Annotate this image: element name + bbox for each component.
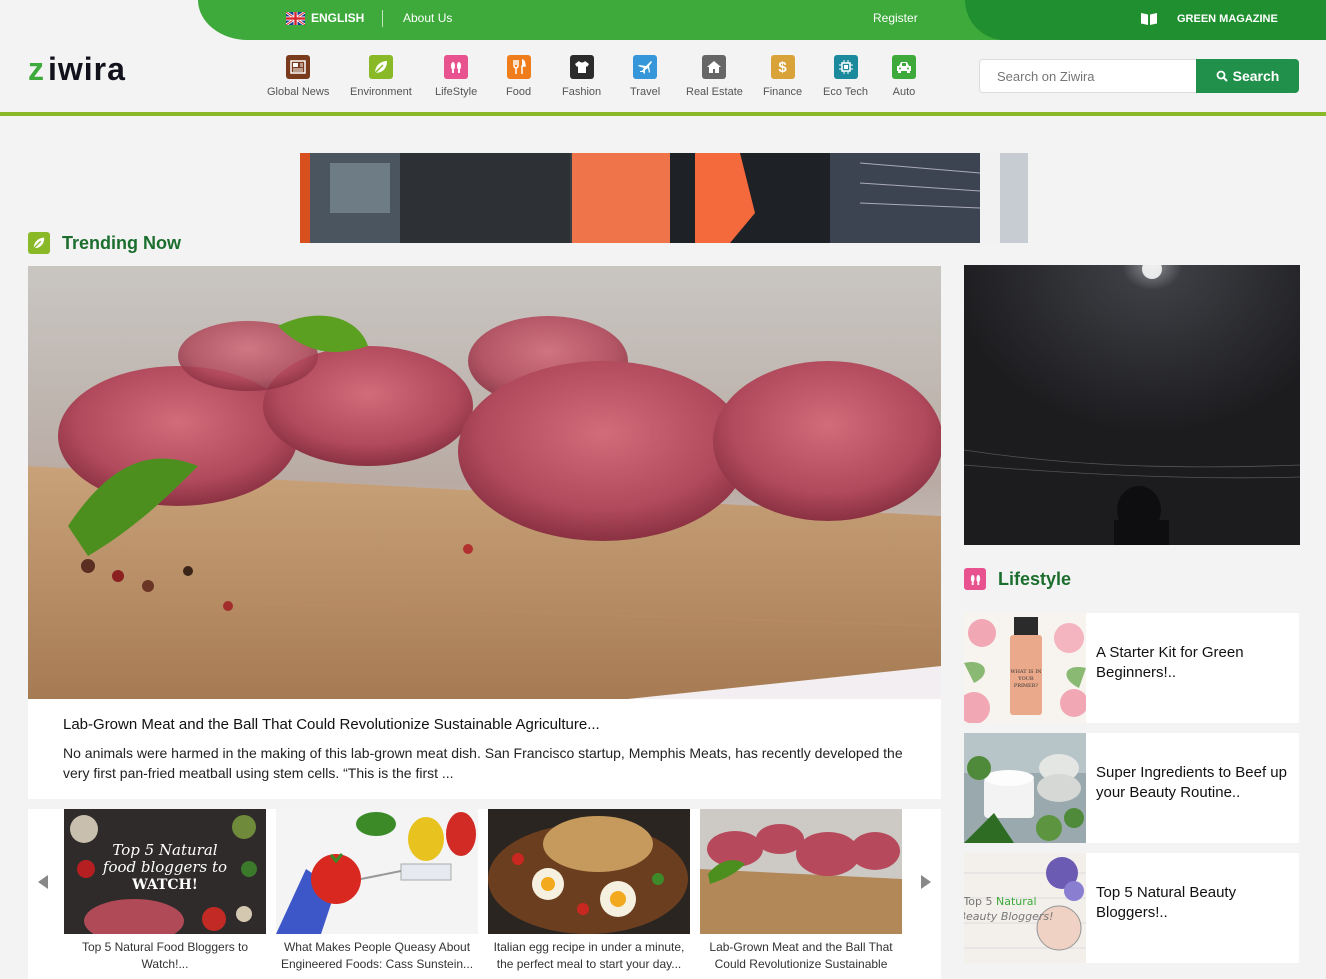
ziwira-logo-mark: z iwira — [28, 51, 126, 87]
top-bar: ENGLISH About Us Register GREEN MAGAZINE — [0, 0, 1326, 40]
carousel-caption: Lab-Grown Meat and the Ball That Could R… — [709, 940, 893, 971]
ziwira-logo[interactable]: z iwira — [28, 51, 168, 93]
svg-text:Top 5 Natural: Top 5 Natural — [112, 841, 217, 859]
chevron-left-icon — [38, 875, 48, 889]
green-magazine-link[interactable]: GREEN MAGAZINE — [1141, 12, 1278, 25]
search-button[interactable]: Search — [1196, 59, 1299, 93]
lifestyle-thumbnail: Top 5 Natural Beauty Bloggers! — [964, 853, 1086, 963]
tshirt-icon — [569, 55, 594, 79]
carousel-item[interactable]: Lab-Grown Meat and the Ball That Could R… — [700, 809, 902, 975]
lifestyle-thumbnail: WHAT IS IN YOUR PRIMER? — [964, 613, 1086, 723]
car-icon — [892, 55, 916, 79]
language-label: ENGLISH — [311, 11, 365, 25]
open-book-icon — [1141, 13, 1157, 25]
svg-text:Top 5 Natural: Top 5 Natural — [964, 895, 1037, 908]
trending-heading-label: Trending Now — [62, 232, 181, 253]
about-us-link[interactable]: About Us — [403, 11, 452, 25]
search-input[interactable] — [979, 59, 1197, 93]
carousel-thumbnail — [276, 809, 478, 934]
nav-food[interactable]: Food — [506, 55, 531, 98]
carousel-item[interactable]: Top 5 Natural food bloggers to WATCH! To… — [64, 809, 266, 975]
uk-flag-icon — [286, 11, 305, 25]
search-icon — [1216, 70, 1228, 82]
green-magazine-label: GREEN MAGAZINE — [1177, 12, 1278, 25]
search-button-label: Search — [1232, 68, 1280, 84]
lifestyle-heading-label: Lifestyle — [998, 568, 1072, 589]
language-selector[interactable]: ENGLISH — [286, 11, 364, 25]
chevron-right-icon — [921, 875, 931, 889]
nav-label: Finance — [763, 86, 803, 98]
nav-finance[interactable]: $ Finance — [763, 55, 802, 98]
nav-label: Food — [506, 86, 532, 98]
chip-icon — [833, 55, 858, 79]
nav-auto[interactable]: Auto — [892, 55, 916, 98]
svg-text:PRIMER?: PRIMER? — [1014, 683, 1039, 689]
lifestyle-item[interactable]: WHAT IS IN YOUR PRIMER? A Starter Kit fo… — [964, 613, 1299, 723]
sidebar-ad-image[interactable] — [964, 265, 1300, 545]
carousel-item[interactable]: Italian egg recipe in under a minute, th… — [488, 809, 690, 975]
carousel-prev-button[interactable] — [28, 867, 58, 897]
nav-label: Eco Tech — [823, 86, 869, 98]
nav-fashion[interactable]: Fashion — [562, 55, 601, 98]
hero-article[interactable]: Lab-Grown Meat and the Ball That Could R… — [28, 266, 941, 799]
carousel-caption: Italian egg recipe in under a minute, th… — [493, 940, 685, 971]
lifestyle-heading: Lifestyle — [964, 568, 1071, 590]
hero-image — [28, 266, 941, 699]
lifestyle-item[interactable]: Top 5 Natural Beauty Bloggers! Top 5 Nat… — [964, 853, 1299, 963]
leaf-icon — [28, 232, 50, 254]
footprints-icon — [444, 55, 469, 79]
carousel-thumbnail: Top 5 Natural food bloggers to WATCH! — [64, 809, 266, 934]
header: z iwira Global News Environment LifeStyl… — [0, 40, 1326, 112]
article-carousel: Top 5 Natural food bloggers to WATCH! To… — [28, 809, 941, 979]
nav-label: Auto — [892, 86, 916, 98]
nav-lifestyle[interactable]: LifeStyle — [435, 55, 477, 98]
nav-label: LifeStyle — [435, 86, 478, 98]
leaf-icon — [368, 55, 393, 79]
carousel-thumbnail — [700, 809, 902, 934]
fork-knife-icon — [506, 55, 531, 79]
nav-label: Real Estate — [686, 86, 743, 98]
carousel-thumbnail — [488, 809, 690, 934]
svg-text:WHAT IS IN: WHAT IS IN — [1010, 669, 1042, 675]
nav-real-estate[interactable]: Real Estate — [686, 55, 743, 98]
nav-label: Environment — [350, 86, 412, 98]
svg-text:Beauty Bloggers!: Beauty Bloggers! — [964, 910, 1054, 923]
header-accent-line — [0, 112, 1326, 116]
newspaper-icon — [286, 55, 311, 79]
svg-text:iwira: iwira — [48, 56, 126, 84]
house-icon — [702, 55, 727, 79]
lifestyle-thumbnail — [964, 733, 1086, 843]
airplane-icon — [633, 55, 658, 79]
nav-global-news[interactable]: Global News — [267, 55, 329, 98]
trending-heading: Trending Now — [28, 232, 181, 254]
nav-eco-tech[interactable]: Eco Tech — [823, 55, 868, 98]
svg-text:YOUR: YOUR — [1017, 676, 1034, 682]
svg-text:z: z — [28, 56, 45, 84]
nav-travel[interactable]: Travel — [630, 55, 660, 98]
lifestyle-title: Super Ingredients to Beef up your Beauty… — [1096, 764, 1287, 801]
nav-label: Travel — [630, 86, 661, 98]
svg-text:food bloggers to: food bloggers to — [102, 858, 227, 876]
banner-image — [300, 153, 1028, 243]
hero-title[interactable]: Lab-Grown Meat and the Ball That Could R… — [63, 716, 600, 733]
lifestyle-title: Top 5 Natural Beauty Bloggers!.. — [1096, 884, 1237, 921]
carousel-caption: Top 5 Natural Food Bloggers to Watch!... — [81, 940, 249, 971]
carousel-next-button[interactable] — [911, 867, 941, 897]
dollar-icon: $ — [770, 55, 795, 79]
nav-environment[interactable]: Environment — [350, 55, 412, 98]
hero-description: No animals were harmed in the making of … — [63, 745, 903, 781]
register-link[interactable]: Register — [873, 11, 918, 25]
lifestyle-item[interactable]: Super Ingredients to Beef up your Beauty… — [964, 733, 1299, 843]
svg-text:WATCH!: WATCH! — [131, 877, 198, 893]
lifestyle-title: A Starter Kit for Green Beginners!.. — [1096, 644, 1244, 681]
divider — [382, 10, 383, 27]
carousel-item[interactable]: What Makes People Queasy About Engineere… — [276, 809, 478, 975]
banner-ad[interactable] — [300, 153, 1028, 243]
nav-label: Global News — [267, 86, 330, 98]
nav-label: Fashion — [562, 86, 602, 98]
carousel-caption: What Makes People Queasy About Engineere… — [280, 940, 474, 971]
footprints-icon — [964, 568, 986, 590]
